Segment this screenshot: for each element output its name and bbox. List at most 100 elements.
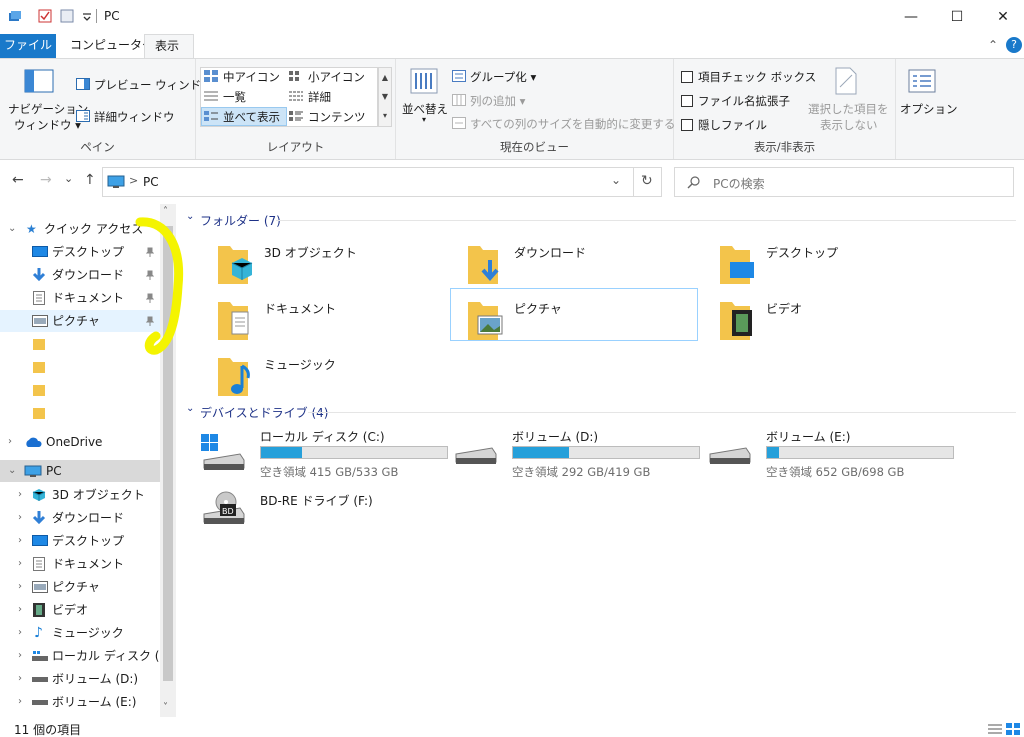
hide-selected-line1[interactable]: 選択した項目を <box>808 101 889 117</box>
customize-qat-icon[interactable] <box>80 9 94 23</box>
drive-tile-c[interactable]: ローカル ディスク (C:) 空き領域 415 GB/533 GB <box>200 428 450 482</box>
nav-onedrive[interactable]: › OneDrive <box>0 431 160 453</box>
properties-icon[interactable] <box>38 9 52 23</box>
layout-medium-icons[interactable]: 中アイコン <box>223 69 280 85</box>
expanded-chevron-icon[interactable]: ⌄ <box>8 218 16 240</box>
up-button[interactable]: ↑ <box>84 172 96 188</box>
preview-pane-button[interactable]: プレビュー ウィンドウ <box>94 77 213 93</box>
scroll-down-icon[interactable]: ˅ <box>163 702 168 713</box>
folder-icon[interactable] <box>32 406 46 420</box>
close-button[interactable]: ✕ <box>980 0 1024 34</box>
drive-tile-d[interactable]: ボリューム (D:) 空き領域 292 GB/419 GB <box>452 428 702 482</box>
nav-pane-scroll-thumb[interactable] <box>163 226 173 681</box>
folder-tile-videos[interactable]: ビデオ <box>702 294 952 348</box>
nav-quick-access[interactable]: ⌄ ★ クイック アクセス <box>0 218 160 240</box>
collapsed-chevron-icon[interactable]: › <box>18 668 22 690</box>
collapsed-chevron-icon[interactable]: › <box>18 553 22 575</box>
collapse-drives-chevron-icon[interactable]: ⌄ <box>186 403 194 414</box>
nav-qa-pictures-label: ピクチャ <box>52 314 100 328</box>
group-by-button[interactable]: グループ化 ▾ <box>470 69 536 85</box>
hide-selected-line2[interactable]: 表示しない <box>820 117 878 133</box>
path-separator[interactable]: > <box>129 174 138 187</box>
nav-pc-music[interactable]: › ♪ ミュージック <box>0 622 160 644</box>
collapsed-chevron-icon[interactable]: › <box>18 576 22 598</box>
nav-pc[interactable]: ⌄ PC <box>0 460 160 482</box>
item-checkboxes-checkbox[interactable] <box>681 71 693 83</box>
nav-pc-drive-d[interactable]: › ボリューム (D:) <box>0 668 160 690</box>
hidden-items-checkbox[interactable] <box>681 119 693 131</box>
pin-icon[interactable] <box>146 293 154 303</box>
nav-onedrive-label: OneDrive <box>46 435 103 449</box>
nav-pc-drive-e[interactable]: › ボリューム (E:) <box>0 691 160 713</box>
collapsed-chevron-icon[interactable]: › <box>18 484 22 506</box>
search-box[interactable]: PCの検索 <box>674 167 1014 197</box>
collapsed-chevron-icon[interactable]: › <box>18 599 22 621</box>
refresh-button[interactable]: ↻ <box>641 173 653 189</box>
drive-tile-e[interactable]: ボリューム (E:) 空き領域 652 GB/698 GB <box>706 428 956 482</box>
details-pane-button[interactable]: 詳細ウィンドウ <box>94 109 175 125</box>
new-folder-icon[interactable] <box>60 9 74 23</box>
address-bar[interactable]: > PC ⌄ ↻ <box>102 167 662 197</box>
nav-pc-documents[interactable]: › ドキュメント <box>0 553 160 575</box>
back-button[interactable]: ← <box>12 172 24 188</box>
folder-tile-pictures[interactable]: ピクチャ <box>450 294 700 348</box>
collapsed-chevron-icon[interactable]: › <box>18 622 22 644</box>
fit-columns-button[interactable]: すべての列のサイズを自動的に変更する <box>470 116 675 132</box>
expanded-chevron-icon[interactable]: ⌄ <box>8 460 16 482</box>
nav-qa-downloads[interactable]: ダウンロード <box>0 264 160 286</box>
sort-by-caret[interactable]: ▾ <box>422 115 426 124</box>
nav-pc-desktop[interactable]: › デスクトップ <box>0 530 160 552</box>
nav-pc-downloads[interactable]: › ダウンロード <box>0 507 160 529</box>
folder-tile-documents[interactable]: ドキュメント <box>200 294 450 348</box>
collapsed-chevron-icon[interactable]: › <box>8 431 12 453</box>
nav-pc-videos[interactable]: › ビデオ <box>0 599 160 621</box>
collapsed-chevron-icon[interactable]: › <box>18 530 22 552</box>
help-icon[interactable]: ? <box>1006 37 1022 53</box>
layout-content[interactable]: コンテンツ <box>308 109 366 125</box>
collapse-ribbon-icon[interactable]: ⌃ <box>988 38 998 52</box>
forward-button[interactable]: → <box>40 172 52 188</box>
nav-pc-drive-c[interactable]: › ローカル ディスク (C:) <box>0 645 177 667</box>
pin-icon[interactable] <box>146 316 154 326</box>
layout-tiles[interactable]: 並べて表示 <box>223 109 280 125</box>
nav-pc-pictures[interactable]: › ピクチャ <box>0 576 160 598</box>
file-extensions-checkbox[interactable] <box>681 95 693 107</box>
folder-tile-music[interactable]: ミュージック <box>200 350 450 404</box>
folder-tile-3d[interactable]: 3D オブジェクト <box>200 238 450 292</box>
navigation-pane-dropdown[interactable]: ウィンドウ ▾ <box>14 117 81 133</box>
pin-icon[interactable] <box>146 247 154 257</box>
drive-tile-f[interactable]: BD BD-RE ドライブ (F:) <box>200 490 450 544</box>
maximize-button[interactable]: ☐ <box>934 0 980 34</box>
collapsed-chevron-icon[interactable]: › <box>18 645 22 667</box>
drive-free-space: 空き領域 652 GB/698 GB <box>766 465 905 479</box>
folder-tile-desktop[interactable]: デスクトップ <box>702 238 952 292</box>
collapse-folders-chevron-icon[interactable]: ⌄ <box>186 211 194 222</box>
layout-gallery-scroll[interactable]: ▲ ▼ ▾ <box>378 67 392 127</box>
nav-qa-desktop[interactable]: デスクトップ <box>0 241 160 263</box>
folders-header[interactable]: フォルダー (7) <box>200 212 281 229</box>
recent-locations-button[interactable]: ⌄ <box>64 172 73 185</box>
folder-icon[interactable] <box>32 383 46 397</box>
address-path[interactable]: PC <box>143 175 159 189</box>
folder-tile-downloads[interactable]: ダウンロード <box>450 238 700 292</box>
collapsed-chevron-icon[interactable]: › <box>18 691 22 713</box>
layout-small-icons[interactable]: 小アイコン <box>308 69 365 85</box>
minimize-button[interactable]: — <box>888 0 934 34</box>
nav-pc-3d[interactable]: › 3D オブジェクト <box>0 484 160 506</box>
add-column-button[interactable]: 列の追加 ▾ <box>470 93 525 109</box>
collapsed-chevron-icon[interactable]: › <box>18 507 22 529</box>
folder-icon[interactable] <box>32 337 46 351</box>
tab-file[interactable]: ファイル <box>0 34 56 58</box>
layout-list[interactable]: 一覧 <box>223 89 246 105</box>
address-dropdown-button[interactable]: ⌄ <box>611 173 621 187</box>
large-icons-view-icon[interactable] <box>1006 723 1020 735</box>
layout-details[interactable]: 詳細 <box>308 89 331 105</box>
nav-qa-documents[interactable]: ドキュメント <box>0 287 160 309</box>
options-button[interactable]: オプション <box>900 101 958 117</box>
details-view-icon[interactable] <box>988 723 1002 735</box>
pin-icon[interactable] <box>146 270 154 280</box>
tab-view[interactable]: 表示 <box>144 34 194 58</box>
nav-qa-pictures[interactable]: ピクチャ <box>0 310 160 332</box>
scroll-up-icon[interactable]: ˄ <box>163 206 168 217</box>
folder-icon[interactable] <box>32 360 46 374</box>
